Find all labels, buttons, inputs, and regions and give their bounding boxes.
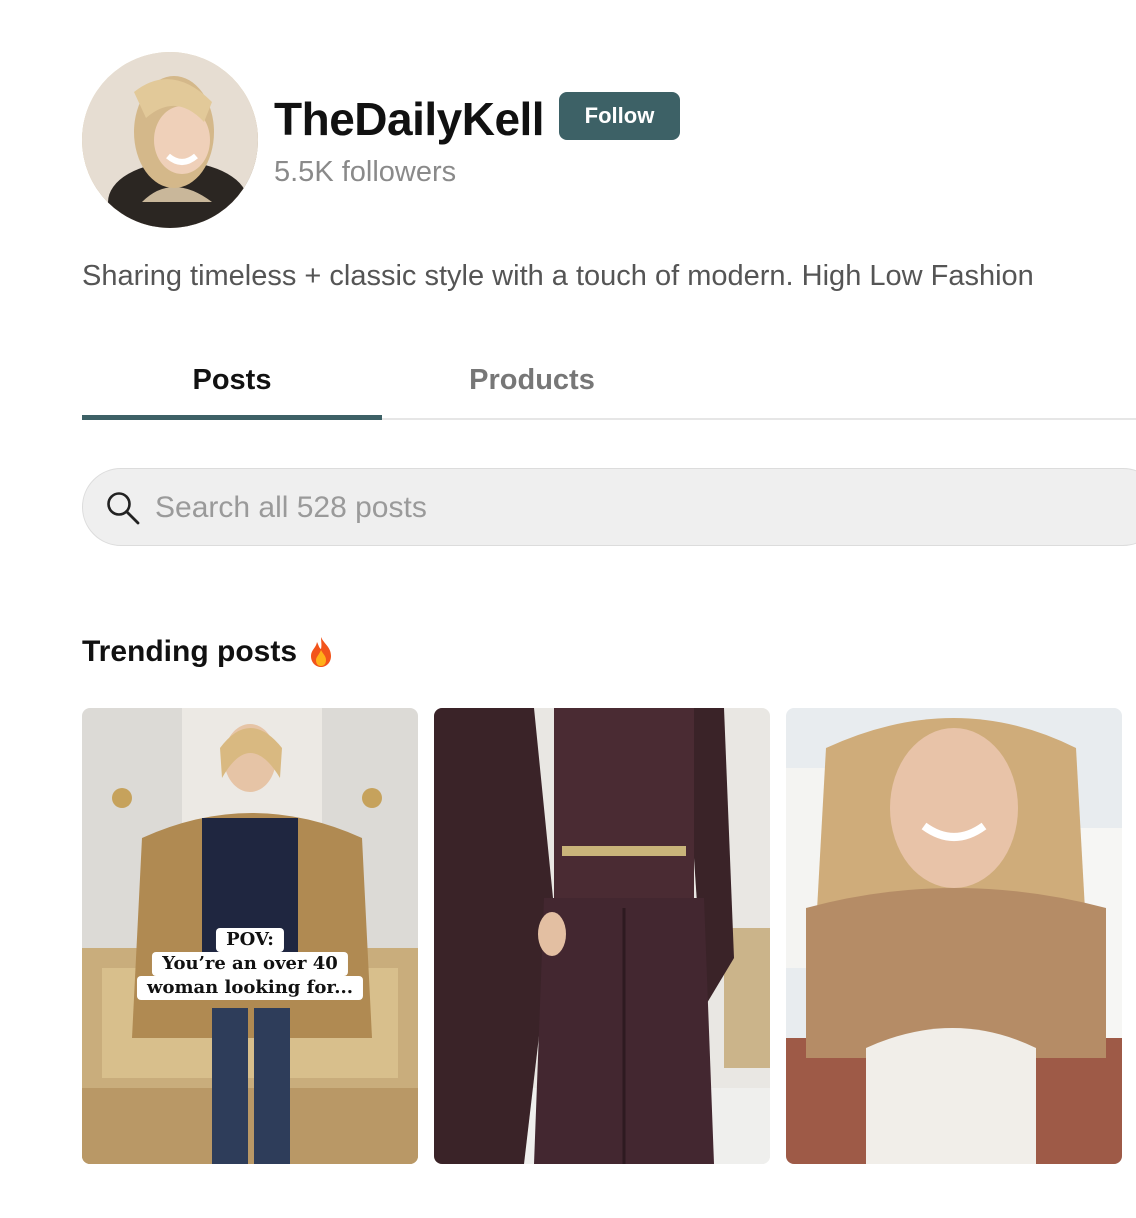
avatar[interactable] <box>82 52 258 228</box>
active-tab-indicator <box>82 415 382 420</box>
trending-post-2[interactable] <box>434 708 770 1164</box>
follow-button[interactable]: Follow <box>559 92 680 140</box>
tab-products[interactable]: Products <box>382 340 682 420</box>
search-input[interactable] <box>153 469 1057 547</box>
profile-bio: Sharing timeless + classic style with a … <box>82 260 1034 292</box>
fire-icon <box>311 637 332 667</box>
post-2-image <box>434 708 770 1164</box>
search-bar <box>82 468 1136 547</box>
overlay-line-1: POV: <box>216 928 284 952</box>
profile-name: TheDailyKell <box>274 93 545 145</box>
search-icon <box>107 492 140 525</box>
post-1-overlay-text: POV: You’re an over 40 woman looking for… <box>136 928 364 1000</box>
overlay-line-2: You’re an over 40 <box>152 952 348 976</box>
overlay-line-3: woman looking for... <box>136 976 364 1000</box>
avatar-image <box>82 52 258 228</box>
trending-posts-heading: Trending posts <box>82 632 335 672</box>
tab-posts[interactable]: Posts <box>82 340 382 420</box>
trending-posts-title: Trending posts <box>82 635 298 668</box>
trending-post-1[interactable]: POV: You’re an over 40 woman looking for… <box>82 708 418 1164</box>
profile-tabs: Posts Products <box>82 340 1136 420</box>
post-3-image <box>786 708 1122 1164</box>
followers-count: 5.5K followers <box>274 156 457 188</box>
trending-post-3[interactable] <box>786 708 1122 1164</box>
